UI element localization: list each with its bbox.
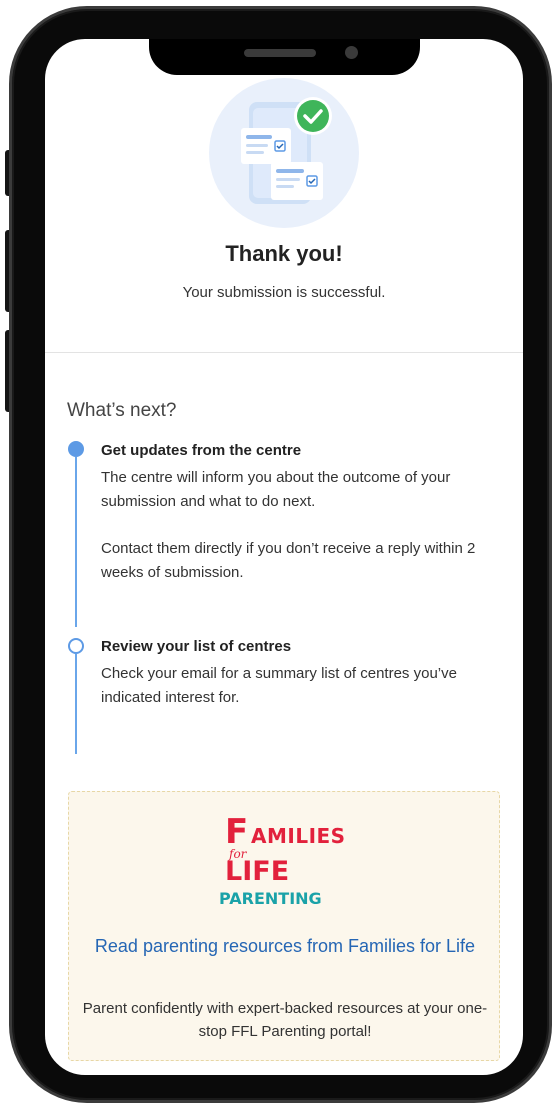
section-divider — [45, 352, 523, 353]
success-message: Your submission is successful. — [182, 284, 386, 301]
step-1-note: Contact them directly if you don’t recei… — [101, 540, 476, 581]
ffl-promo-card: F AMILIES for LIFE PARENTING Read parent… — [68, 791, 500, 1061]
step-1-indicator — [68, 441, 84, 457]
step-1-description: The centre will inform you about the out… — [101, 469, 451, 510]
check-circle-icon — [294, 97, 332, 135]
timeline-line-2 — [75, 654, 77, 754]
ffl-resources-link[interactable]: Read parenting resources from Families f… — [85, 932, 485, 960]
step-2-indicator — [68, 638, 84, 654]
page-title: Thank you! — [225, 241, 343, 266]
step-2-description: Check your email for a summary list of c… — [101, 665, 457, 706]
phone-screen: Thank you! Your submission is successful… — [45, 39, 523, 1075]
timeline-line-1 — [75, 457, 77, 627]
step-2-title: Review your list of centres — [101, 638, 292, 655]
ffl-description: Parent confidently with expert-backed re… — [82, 1000, 488, 1040]
step-1-title: Get updates from the centre — [101, 442, 302, 459]
front-camera — [345, 46, 358, 59]
phone-notch — [149, 39, 420, 75]
families-for-life-logo: F AMILIES for LIFE PARENTING — [219, 812, 346, 908]
speaker-grille — [244, 49, 316, 57]
whats-next-heading: What’s next? — [67, 400, 177, 421]
form-checked-illustration — [209, 78, 359, 228]
